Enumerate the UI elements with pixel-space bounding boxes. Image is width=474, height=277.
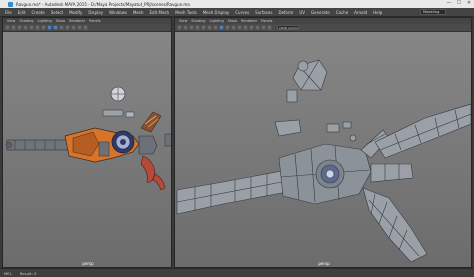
menu-file[interactable]: File [2, 10, 15, 15]
menu-curves[interactable]: Curves [232, 10, 252, 15]
bookmark-icon[interactable] [17, 25, 22, 30]
maya-app-icon [8, 1, 13, 7]
status-bar: MEL Result: 0 [0, 268, 474, 277]
left-menu-view[interactable]: View [5, 19, 17, 23]
grid-icon[interactable] [29, 25, 34, 30]
menu-windows[interactable]: Windows [106, 10, 130, 15]
menu-generate[interactable]: Generate [308, 10, 333, 15]
right-menu-renderer[interactable]: Renderer [239, 19, 259, 23]
isolate-select-icon[interactable] [77, 25, 82, 30]
shadows-icon[interactable] [243, 25, 248, 30]
wireframe-icon[interactable] [219, 25, 224, 30]
resolution-gate-icon[interactable] [213, 25, 218, 30]
right-menu-view[interactable]: View [177, 19, 189, 23]
menu-select[interactable]: Select [48, 10, 66, 15]
lights-icon[interactable] [237, 25, 242, 30]
menu-help[interactable]: Help [370, 10, 385, 15]
close-button[interactable]: ✕ [466, 1, 472, 6]
grid-icon[interactable] [201, 25, 206, 30]
shadows-icon[interactable] [71, 25, 76, 30]
left-gun-model: persp [5, 86, 171, 266]
right-viewport-camera-label: persp [318, 261, 330, 266]
textured-icon[interactable] [59, 25, 64, 30]
menu-mesh-display[interactable]: Mesh Display [200, 10, 233, 15]
menu-deform[interactable]: Deform [275, 10, 296, 15]
main-menu-bar: File Edit Create Select Modify Display W… [0, 8, 474, 17]
left-viewport-camera-label: persp [82, 261, 94, 266]
menu-mesh[interactable]: Mesh [130, 10, 147, 15]
camera-select-icon[interactable] [177, 25, 182, 30]
resolution-gate-icon[interactable] [41, 25, 46, 30]
xray-icon[interactable] [83, 25, 88, 30]
xray-icon[interactable] [255, 25, 260, 30]
smooth-shade-icon[interactable] [53, 25, 58, 30]
left-viewport-panel: View Shading Lighting Show Renderer Pane… [2, 17, 172, 268]
right-viewport[interactable]: persp [175, 32, 471, 267]
right-viewport-panel: View Shading Lighting Show Renderer Pane… [174, 17, 472, 268]
camera-attributes-icon[interactable] [11, 25, 16, 30]
right-menu-panels[interactable]: Panels [259, 19, 274, 23]
bookmark-icon[interactable] [189, 25, 194, 30]
camera-attributes-icon[interactable] [183, 25, 188, 30]
menu-mesh-tools[interactable]: Mesh Tools [172, 10, 200, 15]
left-viewport[interactable]: persp [3, 32, 171, 267]
film-gate-icon[interactable] [207, 25, 212, 30]
color-management-field[interactable]: sRGB gamma [277, 25, 299, 30]
minimize-button[interactable]: — [446, 1, 452, 6]
menu-cache[interactable]: Cache [333, 10, 351, 15]
left-menu-lighting[interactable]: Lighting [36, 19, 54, 23]
left-menu-renderer[interactable]: Renderer [67, 19, 87, 23]
window-title: Ravgun.ma* - Autodesk MAYA 2015 - D:/May… [16, 1, 190, 7]
menu-modify[interactable]: Modify [66, 10, 85, 15]
smooth-shade-icon[interactable] [225, 25, 230, 30]
right-menu-shading[interactable]: Shading [189, 19, 207, 23]
command-line-mode[interactable]: MEL [4, 271, 12, 276]
menu-display[interactable]: Display [85, 10, 106, 15]
menu-uv[interactable]: UV [296, 10, 308, 15]
right-gun-wireframe: persp [176, 59, 471, 266]
right-menu-show[interactable]: Show [226, 19, 239, 23]
gamma-icon[interactable] [267, 25, 272, 30]
wireframe-on-shaded-icon[interactable] [47, 25, 52, 30]
menu-edit[interactable]: Edit [15, 10, 29, 15]
exposure-icon[interactable] [261, 25, 266, 30]
left-menu-panels[interactable]: Panels [87, 19, 102, 23]
title-bar: Ravgun.ma* - Autodesk MAYA 2015 - D:/May… [0, 0, 474, 8]
right-panel-toolbar: sRGB gamma [175, 24, 471, 32]
menu-surfaces[interactable]: Surfaces [252, 10, 275, 15]
lights-icon[interactable] [65, 25, 70, 30]
left-menu-shading[interactable]: Shading [17, 19, 35, 23]
menu-arnold[interactable]: Arnold [351, 10, 370, 15]
menu-edit-mesh[interactable]: Edit Mesh [147, 10, 173, 15]
isolate-select-icon[interactable] [249, 25, 254, 30]
command-result: Result: 0 [19, 270, 37, 276]
textured-icon[interactable] [231, 25, 236, 30]
image-plane-icon[interactable] [23, 25, 28, 30]
maximize-button[interactable]: ☐ [456, 1, 462, 6]
menu-create[interactable]: Create [28, 10, 47, 15]
image-plane-icon[interactable] [195, 25, 200, 30]
workspace-selector[interactable]: Modeling [420, 9, 446, 15]
left-panel-toolbar [3, 24, 171, 32]
film-gate-icon[interactable] [35, 25, 40, 30]
left-menu-show[interactable]: Show [54, 19, 67, 23]
right-menu-lighting[interactable]: Lighting [208, 19, 226, 23]
camera-select-icon[interactable] [5, 25, 10, 30]
